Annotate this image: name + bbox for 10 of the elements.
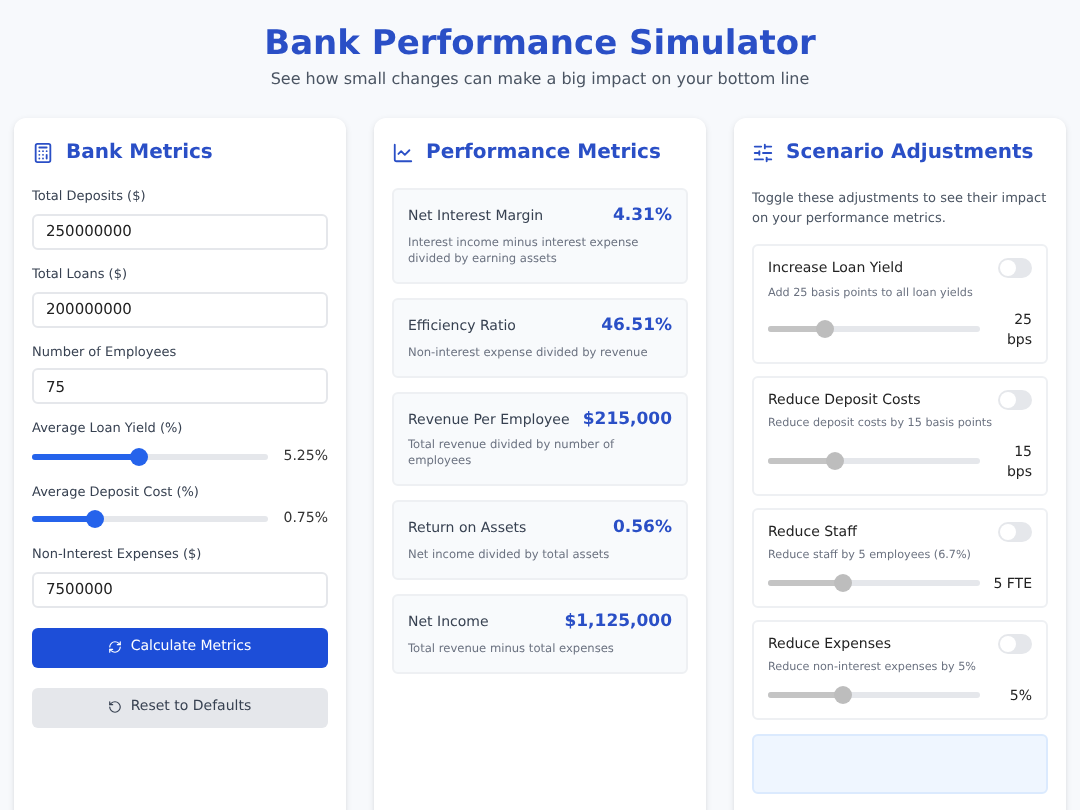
panel-title: Performance Metrics	[426, 140, 661, 168]
metric-value: $1,125,000	[564, 610, 672, 636]
panel-title: Bank Metrics	[66, 140, 213, 168]
page-subtitle: See how small changes can make a big impact on your bottom line	[270, 68, 810, 92]
page-title: Bank Performance Simulator	[264, 22, 816, 68]
metric-value: 4.31%	[613, 204, 672, 230]
panel-title: Scenario Adjustments	[786, 140, 1034, 168]
metric-value: $215,000	[582, 407, 672, 433]
metric-value: 46.51%	[601, 313, 672, 339]
metric-value: 0.56%	[613, 516, 672, 542]
